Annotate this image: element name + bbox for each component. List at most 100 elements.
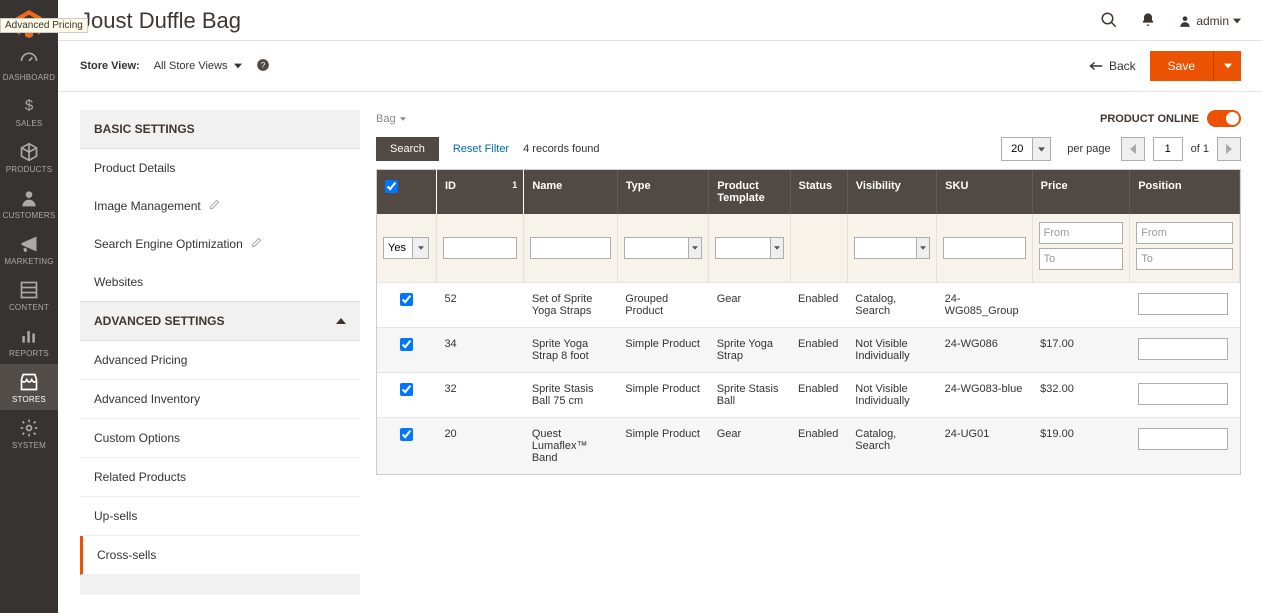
filter-price-from[interactable] [1039,222,1124,244]
nav-label: PRODUCTS [0,165,58,174]
settings-item-label: Image Management [94,199,201,213]
nav-reports[interactable]: REPORTS [0,318,58,364]
position-input[interactable] [1138,293,1228,315]
filter-position-to[interactable] [1136,248,1233,270]
store-view-value: All Store Views [154,60,228,72]
nav-label: SYSTEM [0,441,58,450]
back-label: Back [1109,59,1136,73]
back-button[interactable]: Back [1089,59,1136,73]
col-header-price[interactable]: Price [1032,170,1130,214]
nav-dashboard[interactable]: DASHBOARD [0,42,58,88]
nav-marketing[interactable]: MARKETING [0,226,58,272]
col-header-position[interactable]: Position [1130,170,1240,214]
cell-type: Simple Product [617,418,708,475]
nav-products[interactable]: PRODUCTS [0,134,58,180]
user-menu[interactable]: admin [1178,14,1241,28]
per-page-input[interactable] [1001,137,1033,161]
nav-sales[interactable]: $SALES [0,88,58,134]
position-input[interactable] [1138,338,1228,360]
chevron-left-icon [1130,144,1136,154]
col-header-template[interactable]: Product Template [709,170,790,214]
help-icon[interactable]: ? [256,58,270,75]
settings-item-label: Related Products [94,470,186,484]
position-input[interactable] [1138,428,1228,450]
filter-visibility-dd[interactable] [917,237,930,259]
table-row[interactable]: 32Sprite Stasis Ball 75 cmSimple Product… [377,373,1240,418]
prev-page-button[interactable] [1121,137,1145,161]
filter-type-dd[interactable] [689,237,702,259]
row-checkbox[interactable] [400,428,413,441]
product-online-toggle[interactable] [1207,110,1241,127]
grid-search-button[interactable]: Search [376,137,439,161]
row-checkbox[interactable] [400,293,413,306]
col-header-id[interactable]: ID1 [436,170,523,214]
notifications-icon[interactable] [1140,12,1156,31]
filter-position-from[interactable] [1136,222,1233,244]
search-icon[interactable] [1100,11,1118,32]
settings-item-image-management[interactable]: Image Management [80,187,360,225]
cell-sku: 24-WG083-blue [937,373,1033,418]
settings-item-up-sells[interactable]: Up-sells [80,497,360,536]
settings-item-websites[interactable]: Websites [80,263,360,301]
save-button[interactable]: Save [1150,51,1213,81]
page-input[interactable] [1153,137,1183,161]
nav-label: MARKETING [0,257,58,266]
page-title: Joust Duffle Bag [80,8,241,34]
settings-item-cross-sells[interactable]: Cross-sells [80,536,360,575]
attribute-set-chip[interactable]: Bag [376,111,406,127]
svg-text:?: ? [260,60,265,69]
filter-visibility[interactable] [854,237,917,259]
settings-item-custom-options[interactable]: Custom Options [80,419,360,458]
page-of-label: of 1 [1191,143,1209,155]
table-row[interactable]: 20Quest Lumaflex™ BandSimple ProductGear… [377,418,1240,475]
filter-checked[interactable] [383,237,413,259]
row-checkbox[interactable] [400,383,413,396]
reset-filter-link[interactable]: Reset Filter [453,143,509,155]
filter-sku[interactable] [943,237,1026,259]
filter-template[interactable] [715,237,771,259]
nav-stores[interactable]: STORES [0,364,58,410]
settings-item-search-engine-optimization[interactable]: Search Engine Optimization [80,225,360,263]
settings-item-advanced-inventory[interactable]: Advanced Inventory [80,380,360,419]
cell-status: Enabled [790,328,847,373]
filter-price-to[interactable] [1039,248,1124,270]
filter-checked-dd[interactable] [413,237,429,259]
store-view-selector[interactable]: All Store Views [154,60,242,72]
table-row[interactable]: 34Sprite Yoga Strap 8 footSimple Product… [377,328,1240,373]
settings-item-advanced-pricing[interactable]: Advanced Pricing [80,341,360,380]
content-icon [0,280,58,300]
nav-content[interactable]: CONTENT [0,272,58,318]
records-found: 4 records found [523,143,599,155]
select-all-checkbox[interactable] [385,180,398,193]
save-dropdown[interactable] [1213,51,1241,81]
col-header-visibility[interactable]: Visibility [847,170,936,214]
cell-price [1032,283,1130,328]
product-online-label: PRODUCT ONLINE [1100,113,1199,125]
col-header-type[interactable]: Type [617,170,708,214]
settings-item-label: Advanced Inventory [94,392,200,406]
filter-id[interactable] [443,237,517,259]
filter-type[interactable] [624,237,689,259]
cell-status: Enabled [790,418,847,475]
col-header-name[interactable]: Name [524,170,617,214]
filter-template-dd[interactable] [771,237,784,259]
table-row[interactable]: 52Set of Sprite Yoga StrapsGrouped Produ… [377,283,1240,328]
settings-item-related-products[interactable]: Related Products [80,458,360,497]
marketing-icon [0,234,58,254]
nav-label: STORES [0,395,58,404]
nav-system[interactable]: SYSTEM [0,410,58,456]
basic-settings-title: BASIC SETTINGS [80,110,360,149]
next-page-button[interactable] [1217,137,1241,161]
row-checkbox[interactable] [400,338,413,351]
position-input[interactable] [1138,383,1228,405]
col-header-status[interactable]: Status [790,170,847,214]
col-header-sku[interactable]: SKU [937,170,1033,214]
cell-type: Simple Product [617,328,708,373]
advanced-settings-header[interactable]: ADVANCED SETTINGS [80,301,360,341]
filter-name[interactable] [530,237,610,259]
nav-customers[interactable]: CUSTOMERS [0,180,58,226]
cell-name: Sprite Stasis Ball 75 cm [524,373,617,418]
settings-item-product-details[interactable]: Product Details [80,149,360,187]
cell-type: Grouped Product [617,283,708,328]
per-page-dropdown[interactable] [1033,137,1051,161]
